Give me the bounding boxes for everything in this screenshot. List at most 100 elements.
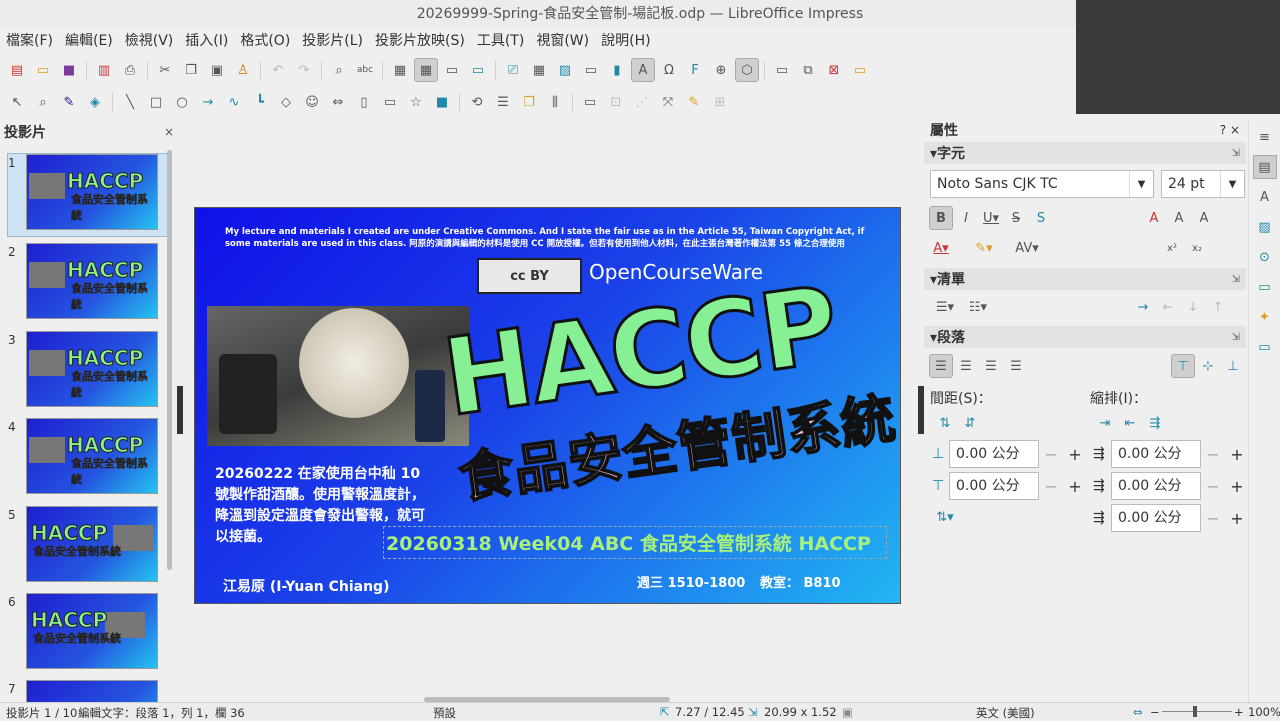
curve-icon[interactable]: ∿ <box>223 91 245 113</box>
slide-canvas[interactable]: My lecture and materials I created are u… <box>194 207 901 604</box>
navigator-icon[interactable]: ⊙ <box>1254 246 1276 268</box>
promote-icon[interactable]: ← <box>1157 296 1179 318</box>
menu-insert[interactable]: 插入(I) <box>179 30 234 50</box>
zoom-in-icon[interactable]: + <box>1234 705 1244 719</box>
chevron-down-icon[interactable]: ▼ <box>1129 171 1153 197</box>
more-options-icon[interactable]: ⇲ <box>1232 274 1240 285</box>
slide-thumbnail[interactable]: 5 HACCP 食品安全管制系統 <box>8 506 168 588</box>
media-icon[interactable]: ▭ <box>580 59 602 81</box>
minus-icon[interactable]: − <box>1201 472 1225 500</box>
hamburger-menu-icon[interactable]: ≡ <box>1254 126 1276 148</box>
grid-icon[interactable]: ▦ <box>389 59 411 81</box>
display-mode-icon[interactable]: ▭ <box>849 59 871 81</box>
italic-icon[interactable]: I <box>955 207 977 229</box>
subscript-icon[interactable]: x₂ <box>1186 237 1208 259</box>
align-center-icon[interactable]: ☰ <box>955 355 977 377</box>
slide-thumbnail[interactable]: 6 HACCP 食品安全管制系統 <box>8 593 168 675</box>
room-text[interactable]: 教室： B810 <box>760 572 841 591</box>
character-section-header[interactable]: ▾字元 ⇲ <box>924 142 1246 164</box>
connector-icon[interactable]: ┗ <box>249 91 271 113</box>
slide-thumbnail[interactable]: 2 HACCP 食品安全管制系統 <box>8 243 168 325</box>
master-slide-name[interactable]: 預設 <box>433 705 456 721</box>
font-name-combobox[interactable]: Noto Sans CJK TC ▼ <box>930 170 1154 198</box>
align-bottom-icon[interactable]: ⊥ <box>1222 355 1244 377</box>
bullet-list-icon[interactable]: ☰▾ <box>934 296 956 318</box>
more-options-icon[interactable]: ⇲ <box>1232 148 1240 159</box>
close-icon[interactable]: × <box>1230 123 1240 137</box>
export-pdf-icon[interactable]: ▥ <box>93 59 115 81</box>
gallery-icon[interactable]: ▨ <box>1254 216 1276 238</box>
slide-thumbnail[interactable]: 4 HACCP 食品安全管制系統 <box>8 418 168 500</box>
delete-slide-icon[interactable]: ⊠ <box>823 59 845 81</box>
clone-icon[interactable]: ♙ <box>232 59 254 81</box>
filter-icon[interactable]: ⋰ <box>631 91 653 113</box>
textbox-icon[interactable]: A <box>631 58 655 82</box>
menu-view[interactable]: 檢視(V) <box>119 30 180 50</box>
indent-after-value[interactable]: 0.00 公分 <box>1111 472 1201 500</box>
shadow-icon[interactable]: S <box>1030 207 1052 229</box>
chevron-down-icon[interactable]: ▼ <box>1220 171 1244 197</box>
presentation-icon[interactable]: ⎚ <box>502 59 524 81</box>
distribute-icon[interactable]: ⫼ <box>544 91 566 113</box>
glue-points-icon[interactable]: ⊞ <box>709 91 731 113</box>
more-options-icon[interactable]: ⇲ <box>1232 332 1240 343</box>
align-icon[interactable]: ☰ <box>492 91 514 113</box>
duplicate-slide-icon[interactable]: ⧉ <box>797 59 819 81</box>
slides-pane-collapse-handle[interactable] <box>177 386 183 434</box>
zoom-slider[interactable] <box>1162 711 1232 712</box>
align-middle-icon[interactable]: ⊹ <box>1197 355 1219 377</box>
copy-icon[interactable]: ❐ <box>180 59 202 81</box>
slide-transition-icon[interactable]: ▭ <box>1254 336 1276 358</box>
shrink-font-icon[interactable]: A <box>1193 207 1215 229</box>
align-left-icon[interactable]: ☰ <box>929 354 953 378</box>
arrow-icon[interactable]: → <box>197 91 219 113</box>
menu-window[interactable]: 視窗(W) <box>530 30 595 50</box>
character-spacing-icon[interactable]: AV▾ <box>1015 237 1038 259</box>
author-text[interactable]: 江易原 (I-Yuan Chiang) <box>223 576 389 596</box>
spacing-above-spinner[interactable]: 0.00 公分 − + <box>949 440 1087 468</box>
menu-file[interactable]: 檔案(F) <box>0 30 59 50</box>
menu-help[interactable]: 說明(H) <box>595 30 656 50</box>
align-top-icon[interactable]: ⊤ <box>1171 354 1195 378</box>
transformations-icon[interactable]: ✎ <box>683 91 705 113</box>
decrease-indent-icon[interactable]: ⇤ <box>1119 412 1141 434</box>
fontwork-icon[interactable]: F <box>684 59 706 81</box>
indent-first-value[interactable]: 0.00 公分 <box>1111 504 1201 532</box>
rice-pot-photo[interactable] <box>207 306 469 446</box>
zoom-slider-handle[interactable] <box>1193 706 1197 717</box>
toggle-extrusion-icon[interactable]: ⤧ <box>657 91 679 113</box>
basic-shapes-icon[interactable]: ◇ <box>275 91 297 113</box>
fill-color-icon[interactable]: ◈ <box>84 91 106 113</box>
hyperlink-icon[interactable]: ⊕ <box>710 59 732 81</box>
plus-icon[interactable]: + <box>1225 472 1249 500</box>
special-char-icon[interactable]: Ω <box>658 59 680 81</box>
hanging-indent-icon[interactable]: ⇶ <box>1144 412 1166 434</box>
slide-icon[interactable]: ▭ <box>467 59 489 81</box>
close-icon[interactable]: × <box>164 125 174 139</box>
indent-before-spinner[interactable]: 0.00 公分 − + <box>1111 440 1249 468</box>
redo-icon[interactable]: ↷ <box>293 59 315 81</box>
clear-formatting-icon[interactable]: A <box>1143 207 1165 229</box>
spelling-icon[interactable]: abc <box>354 59 376 81</box>
minus-icon[interactable]: − <box>1039 472 1063 500</box>
flowchart-icon[interactable]: ▯ <box>353 91 375 113</box>
time-text[interactable]: 週三 1510-1800 <box>637 572 745 591</box>
plus-icon[interactable]: + <box>1063 440 1087 468</box>
decrease-spacing-icon[interactable]: ⇵ <box>959 412 981 434</box>
stars-icon[interactable]: ☆ <box>405 91 427 113</box>
align-right-icon[interactable]: ☰ <box>980 355 1002 377</box>
chart-icon[interactable]: ▮ <box>606 59 628 81</box>
increase-indent-icon[interactable]: ⇥ <box>1094 412 1116 434</box>
underline-icon[interactable]: U▾ <box>980 207 1002 229</box>
table-icon[interactable]: ▦ <box>528 59 550 81</box>
slide-layout-icon[interactable]: ▭ <box>771 59 793 81</box>
display-views-icon[interactable]: ▦ <box>414 58 438 82</box>
move-down-icon[interactable]: ↓ <box>1182 296 1204 318</box>
menu-slideshow[interactable]: 投影片放映(S) <box>369 30 471 50</box>
font-color-icon[interactable]: A▾ <box>930 237 952 259</box>
print-icon[interactable]: ⎙ <box>119 59 141 81</box>
plus-icon[interactable]: + <box>1063 472 1087 500</box>
language-status[interactable]: 英文 (美國) <box>976 705 1035 721</box>
arrange-icon[interactable]: ❐ <box>518 91 540 113</box>
master-slides-icon[interactable]: ▭ <box>1254 276 1276 298</box>
